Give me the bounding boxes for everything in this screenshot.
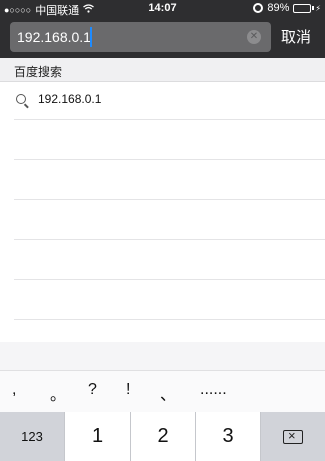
list-item[interactable]: 192.168.0.1 [14, 82, 325, 120]
key-1-label: 1 [91, 425, 104, 447]
candidate-bar: , 。 ? ! 、 ...... [0, 370, 325, 412]
candidate-ellipsis[interactable]: ...... [200, 381, 227, 399]
text-cursor [90, 27, 92, 47]
search-icon [16, 94, 26, 104]
keyboard-gap [0, 342, 325, 370]
cancel-button[interactable]: 取消 [281, 26, 311, 47]
candidate-period[interactable]: 。 [50, 381, 66, 405]
key-123[interactable]: 123 [0, 412, 65, 461]
empty-row [14, 120, 325, 160]
alarm-icon [253, 3, 264, 13]
key-2[interactable]: 2 [131, 412, 196, 461]
status-right: 89% ⚡ [253, 2, 321, 14]
empty-row [14, 200, 325, 240]
search-input[interactable]: 192.168.0.1 ✕ [10, 22, 271, 52]
clear-icon[interactable]: ✕ [247, 30, 261, 44]
battery-icon: ⚡ [293, 3, 321, 13]
empty-row [14, 160, 325, 200]
suggestion-list: 192.168.0.1 [0, 82, 325, 320]
backspace-icon [283, 428, 303, 444]
top-bar: ●○○○○ 中国联通 14:07 89% ⚡ 192.168.0.1 ✕ 取消 [0, 0, 325, 58]
keyboard-keys: 123 1 2 3 [0, 412, 325, 461]
backspace-key[interactable] [261, 412, 325, 461]
empty-row [14, 240, 325, 280]
section-header: 百度搜索 [0, 58, 325, 82]
candidate-exclamation[interactable]: ! [126, 381, 130, 399]
suggestion-text: 192.168.0.1 [38, 92, 102, 106]
key-123-label: 123 [21, 429, 43, 444]
candidate-enumeration-comma[interactable]: 、 [160, 381, 176, 405]
status-bar: ●○○○○ 中国联通 14:07 89% ⚡ [0, 0, 325, 18]
candidate-comma[interactable]: , [12, 381, 16, 399]
key-3[interactable]: 3 [196, 412, 261, 461]
key-1[interactable]: 1 [65, 412, 131, 461]
candidate-question[interactable]: ? [88, 381, 97, 399]
section-title: 百度搜索 [14, 65, 63, 79]
key-2-label: 2 [157, 425, 169, 447]
search-row: 192.168.0.1 ✕ 取消 [0, 20, 325, 56]
key-3-label: 3 [222, 425, 234, 447]
empty-row [14, 280, 325, 320]
search-input-value: 192.168.0.1 [17, 29, 91, 45]
battery-percent: 89% [267, 2, 290, 14]
charging-icon: ⚡ [315, 3, 321, 13]
